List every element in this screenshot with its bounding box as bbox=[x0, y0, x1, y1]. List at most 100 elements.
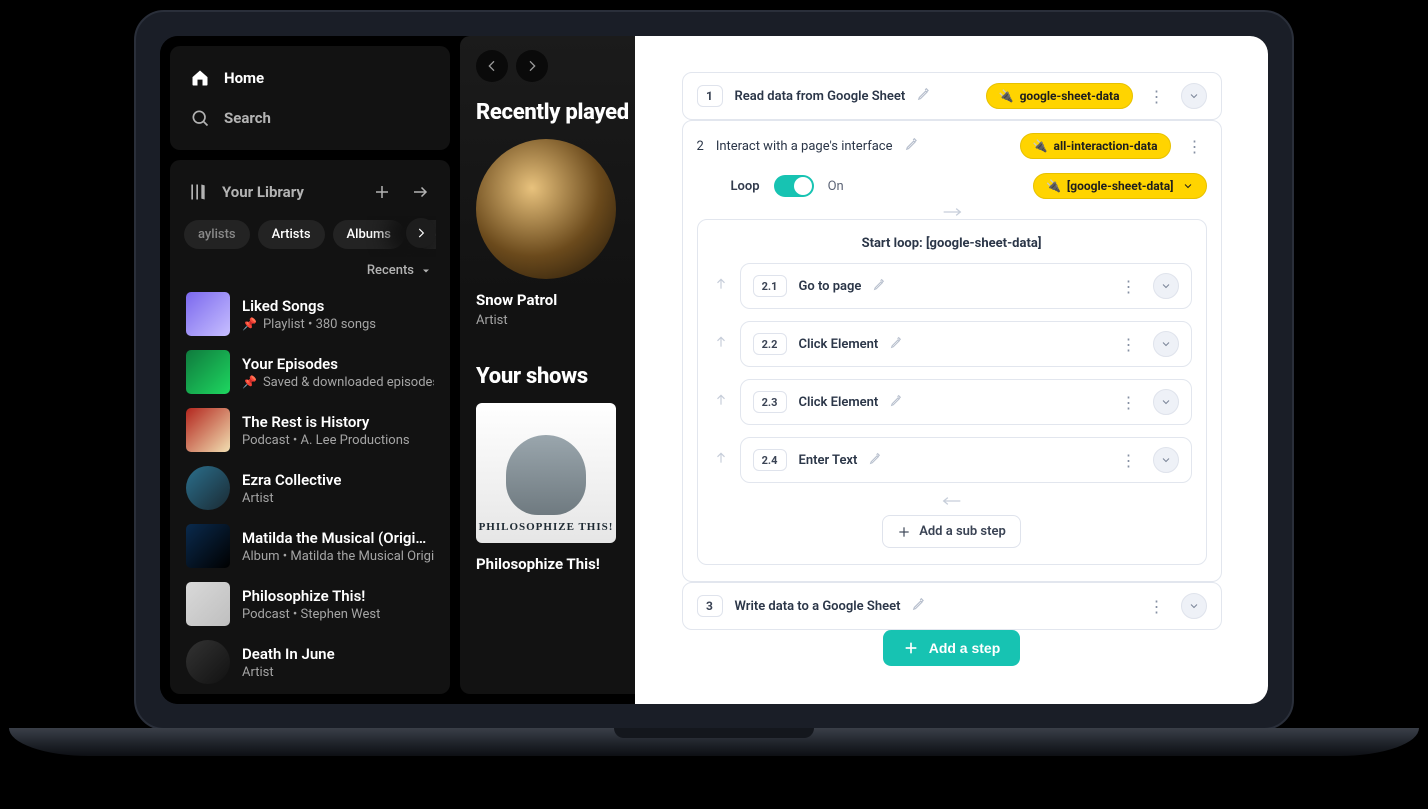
library-item[interactable]: The Rest is History Podcast • A. Lee Pro… bbox=[184, 404, 436, 456]
move-up-button[interactable] bbox=[712, 451, 730, 469]
library-item[interactable]: Liked Songs 📌Playlist • 380 songs bbox=[184, 288, 436, 340]
arrow-up-icon bbox=[714, 393, 728, 407]
loop-source-pill[interactable]: 🔌 [google-sheet-data] bbox=[1033, 173, 1207, 199]
move-up-button[interactable] bbox=[712, 335, 730, 353]
step-number: 1 bbox=[697, 85, 723, 107]
step-menu-button[interactable]: ⋮ bbox=[1183, 137, 1207, 156]
library-sort[interactable]: Recents bbox=[184, 257, 436, 288]
substep[interactable]: 2.3 Click Element ⋮ bbox=[740, 379, 1192, 425]
home-icon bbox=[190, 68, 210, 88]
library-item[interactable]: Philosophize This! Podcast • Stephen Wes… bbox=[184, 578, 436, 630]
chip-scroll-right[interactable] bbox=[406, 218, 436, 248]
step-output-pill[interactable]: 🔌 all-interaction-data bbox=[1020, 133, 1171, 159]
pencil-icon bbox=[890, 394, 903, 407]
add-step-label: Add a step bbox=[929, 640, 1001, 656]
substep-collapse-button[interactable] bbox=[1153, 447, 1179, 473]
loop-toggle[interactable] bbox=[774, 175, 814, 197]
library-header: Your Library bbox=[184, 172, 436, 216]
library-icon bbox=[188, 182, 208, 202]
edit-step-button[interactable] bbox=[917, 87, 931, 105]
recently-played-heading: Recently played bbox=[476, 100, 636, 125]
substep[interactable]: 2.1 Go to page ⋮ bbox=[740, 263, 1192, 309]
pinned-icon: 📌 bbox=[242, 375, 257, 389]
add-step-button[interactable]: Add a step bbox=[883, 630, 1021, 666]
library-item-art bbox=[186, 466, 230, 510]
add-substep-label: Add a sub step bbox=[919, 524, 1006, 539]
library-item-art bbox=[186, 640, 230, 684]
step-menu-button[interactable]: ⋮ bbox=[1145, 87, 1169, 106]
library-item-art bbox=[186, 408, 230, 452]
edit-substep-button[interactable] bbox=[873, 278, 886, 295]
music-app: Home Search Your Library bbox=[160, 36, 635, 704]
pinned-icon: 📌 bbox=[242, 317, 257, 331]
substep-menu-button[interactable]: ⋮ bbox=[1117, 393, 1141, 412]
workflow-builder: 1 Read data from Google Sheet 🔌 google-s… bbox=[635, 36, 1268, 704]
substep-menu-button[interactable]: ⋮ bbox=[1117, 335, 1141, 354]
step-collapse-button[interactable] bbox=[1181, 593, 1207, 619]
step-label: Interact with a page's interface bbox=[716, 139, 893, 154]
step-menu-button[interactable]: ⋮ bbox=[1145, 597, 1169, 616]
substep-menu-button[interactable]: ⋮ bbox=[1117, 451, 1141, 470]
edit-step-button[interactable] bbox=[905, 137, 919, 155]
chip-artists[interactable]: Artists bbox=[258, 220, 325, 249]
edit-substep-button[interactable] bbox=[890, 394, 903, 411]
substep-menu-button[interactable]: ⋮ bbox=[1117, 277, 1141, 296]
library-list: Liked Songs 📌Playlist • 380 songs Your E… bbox=[184, 288, 436, 688]
edit-substep-button[interactable] bbox=[869, 452, 882, 469]
chip-albums[interactable]: Albums bbox=[333, 220, 405, 249]
show-art: PHILOSOPHIZE THIS! bbox=[476, 403, 616, 543]
pencil-icon bbox=[905, 137, 919, 151]
substep-row: 2.1 Go to page ⋮ bbox=[712, 263, 1192, 309]
move-up-button[interactable] bbox=[712, 277, 730, 295]
step-1[interactable]: 1 Read data from Google Sheet 🔌 google-s… bbox=[682, 72, 1222, 120]
edit-substep-button[interactable] bbox=[890, 336, 903, 353]
library-sort-label: Recents bbox=[367, 263, 414, 278]
substep[interactable]: 2.4 Enter Text ⋮ bbox=[740, 437, 1192, 483]
library-item-title: The Rest is History bbox=[242, 413, 410, 431]
step-collapse-button[interactable] bbox=[1181, 83, 1207, 109]
library-item-art bbox=[186, 582, 230, 626]
substep-collapse-button[interactable] bbox=[1153, 331, 1179, 357]
library-add-button[interactable] bbox=[370, 180, 394, 204]
step-3[interactable]: 3 Write data to a Google Sheet ⋮ bbox=[682, 582, 1222, 630]
plus-icon bbox=[373, 183, 391, 201]
library-item-subtitle: 📌Saved & downloaded episodes bbox=[242, 375, 434, 390]
arrow-up-icon bbox=[714, 451, 728, 465]
substep-row: 2.3 Click Element ⋮ bbox=[712, 379, 1192, 425]
step-2: 2 Interact with a page's interface 🔌 all… bbox=[682, 120, 1222, 582]
loop-body: Start loop: [google-sheet-data] 2.1 Go t… bbox=[697, 219, 1207, 565]
loop-arrow-out-icon bbox=[942, 495, 962, 511]
nav-search[interactable]: Search bbox=[184, 98, 436, 138]
chevron-left-icon bbox=[484, 58, 500, 74]
library-item[interactable]: Matilda the Musical (Original L… Album •… bbox=[184, 520, 436, 572]
library-item[interactable]: Ezra Collective Artist bbox=[184, 462, 436, 514]
caret-down-icon bbox=[420, 265, 432, 277]
substep-label: Enter Text bbox=[799, 453, 858, 468]
nav-card: Home Search bbox=[170, 46, 450, 150]
add-substep-button[interactable]: Add a sub step bbox=[882, 515, 1021, 548]
library-expand-button[interactable] bbox=[408, 180, 432, 204]
step-output-pill[interactable]: 🔌 google-sheet-data bbox=[986, 83, 1133, 109]
nav-home[interactable]: Home bbox=[184, 58, 436, 98]
history-forward-button[interactable] bbox=[516, 50, 548, 82]
substep-label: Go to page bbox=[799, 279, 862, 294]
substep[interactable]: 2.2 Click Element ⋮ bbox=[740, 321, 1192, 367]
move-up-button[interactable] bbox=[712, 393, 730, 411]
your-shows-tile[interactable]: PHILOSOPHIZE THIS! Philosophize This! bbox=[476, 403, 636, 573]
library-item[interactable]: Death In June Artist bbox=[184, 636, 436, 688]
loop-title: Start loop: [google-sheet-data] bbox=[712, 236, 1192, 251]
library-item[interactable]: Your Episodes 📌Saved & downloaded episod… bbox=[184, 346, 436, 398]
step-label: Write data to a Google Sheet bbox=[735, 599, 901, 614]
album-art bbox=[476, 139, 616, 279]
step-2-header[interactable]: 2 Interact with a page's interface 🔌 all… bbox=[697, 133, 1207, 159]
chip-playlists[interactable]: aylists bbox=[184, 220, 250, 249]
pencil-icon bbox=[873, 278, 886, 291]
library-item-title: Ezra Collective bbox=[242, 471, 341, 489]
edit-step-button[interactable] bbox=[912, 597, 926, 615]
recently-played-tile[interactable]: Snow Patrol Artist bbox=[476, 139, 636, 328]
substep-collapse-button[interactable] bbox=[1153, 273, 1179, 299]
tile-subtitle: Artist bbox=[476, 313, 636, 328]
history-back-button[interactable] bbox=[476, 50, 508, 82]
substep-collapse-button[interactable] bbox=[1153, 389, 1179, 415]
substep-number: 2.4 bbox=[753, 449, 787, 471]
